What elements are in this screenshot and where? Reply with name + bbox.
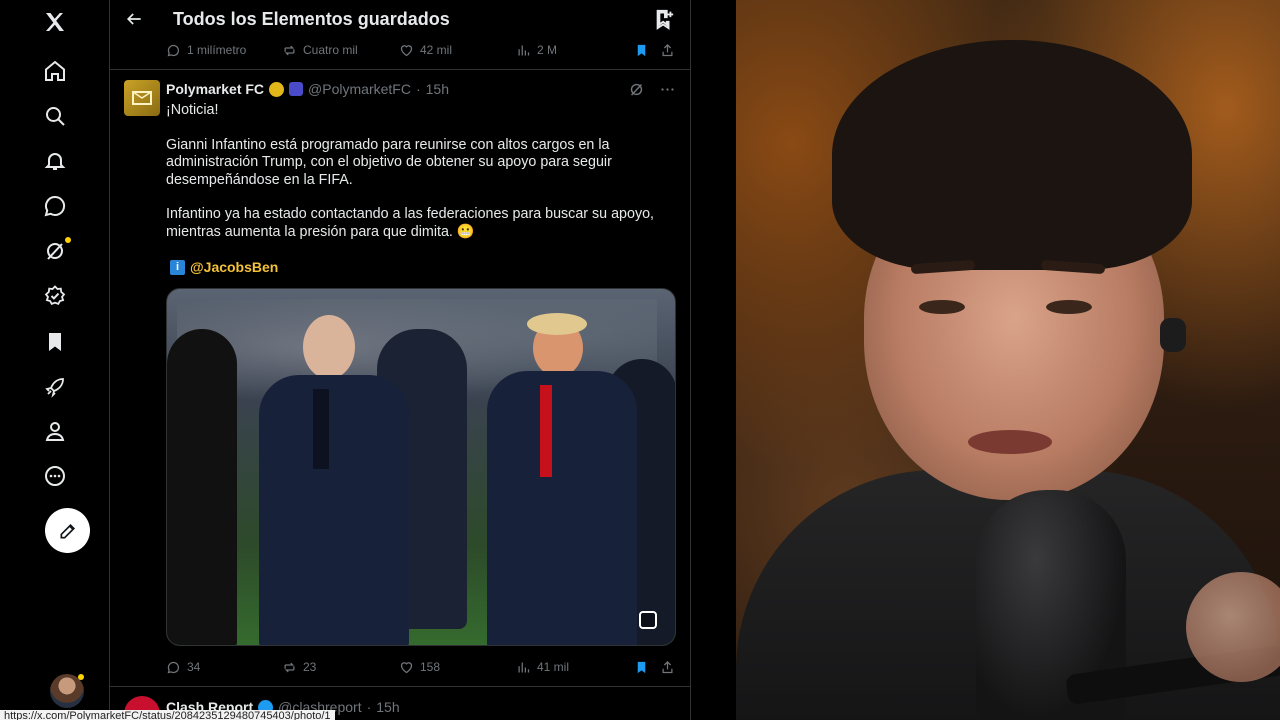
separator-dot: · [415,81,421,97]
tweet-header: Polymarket FC @PolymarketFC · 15h [166,81,449,97]
left-nav-rail [0,0,110,720]
search-icon[interactable] [32,96,78,136]
webcam-mouth [968,430,1052,454]
page-title: Todos los Elementos guardados [173,9,450,29]
home-icon[interactable] [32,51,78,91]
bookmark-icon[interactable] [32,322,78,362]
photo-person-right [487,371,637,645]
reply-button[interactable]: 1 milímetro [166,43,246,58]
earbud [1160,318,1186,352]
more-icon[interactable] [32,456,78,496]
grok-icon[interactable] [628,81,645,98]
bookmark-button[interactable] [634,43,649,58]
x-logo-icon[interactable] [32,2,78,42]
like-count: 42 mil [420,43,453,57]
photo-tie [313,389,329,469]
tweet-photo[interactable] [166,288,676,646]
like-count: 158 [420,660,441,674]
heart-icon [400,44,413,56]
compose-button[interactable] [45,508,90,553]
bookmark-filled-icon [637,44,646,56]
tweet-body: ¡Noticia! Gianni Infantino está programa… [166,102,666,258]
info-icon: i [170,259,185,275]
share-button[interactable] [660,660,675,675]
mention-link[interactable]: @JacobsBen [190,259,278,275]
views-icon [518,662,530,672]
repost-icon [284,662,295,672]
like-button[interactable]: 42 mil [399,43,452,58]
repost-button[interactable]: Cuatro mil [282,43,358,58]
mention-row: i @JacobsBen [170,259,278,275]
views-count: 41 mil [537,660,570,674]
views-count: 2 M [537,43,558,57]
tweet-avatar[interactable] [124,80,160,116]
heart-icon [400,661,413,673]
more-options-icon[interactable] [659,81,676,98]
bookmark-button[interactable] [634,660,649,675]
user-icon[interactable] [32,411,78,451]
photo-crowd [167,329,237,645]
reply-count: 1 milímetro [187,43,247,57]
tweet-time[interactable]: 15h [426,81,449,97]
tweet-author[interactable]: Polymarket FC [166,81,264,97]
views-button[interactable]: 41 mil [516,660,569,675]
repost-button[interactable]: 23 [282,660,316,675]
webcam-eye [1046,300,1092,314]
tweet-actions: 34 23 158 41 mil [166,657,676,677]
repost-count: 23 [303,660,317,674]
reply-button[interactable]: 34 [166,660,200,675]
bell-icon[interactable] [32,141,78,181]
photo-person-left [259,375,409,645]
topbar: Todos los Elementos guardados [110,0,690,40]
photo-red-tie [540,385,552,477]
separator-dot: · [366,699,372,715]
verified-icon[interactable] [32,276,78,316]
chat-icon[interactable] [32,186,78,226]
background-gap [691,0,736,720]
tweet-text-para3: Infantino ya ha estado contactando a las… [166,206,655,240]
divider [110,69,690,70]
grok-icon[interactable] [32,231,78,271]
tweet-handle[interactable]: @PolymarketFC [308,81,411,97]
affiliate-badge-icon[interactable] [289,82,304,96]
views-icon [518,45,530,55]
repost-count: Cuatro mil [303,43,358,57]
bookmark-filled-icon [637,661,646,673]
compose-icon [60,523,75,538]
account-notification-dot [78,674,84,680]
views-button[interactable]: 2 M [516,43,557,58]
rocket-icon[interactable] [32,367,78,407]
tweet-text-line1: ¡Noticia! [166,102,219,118]
webcam-person-hair [832,40,1192,270]
reply-icon [167,44,180,56]
photo-person-left-head [303,315,355,379]
share-icon [662,660,673,673]
new-folder-icon[interactable] [653,8,675,30]
link-status-bar: https://x.com/PolymarketFC/status/208423… [0,710,335,720]
notification-dot [65,237,71,243]
share-button[interactable] [660,43,675,58]
divider [110,686,690,687]
repost-icon [284,45,295,55]
reply-count: 34 [187,660,201,674]
gold-verified-icon [269,81,285,97]
like-button[interactable]: 158 [399,660,440,675]
next-tweet-time[interactable]: 15h [376,699,399,715]
webcam-eye [919,300,965,314]
polymarket-logo-icon [132,91,152,105]
reply-icon [167,661,180,673]
webcam-feed [736,0,1280,720]
back-arrow-icon[interactable] [124,9,144,29]
share-icon [662,43,673,56]
prev-tweet-actions: 1 milímetro Cuatro mil 42 mil 2 M [166,40,676,60]
media-tag-icon[interactable] [639,611,657,629]
tweet-text-para2: Gianni Infantino está programado para re… [166,136,612,188]
photo-person-right-hair [527,313,587,335]
bookmarks-timeline: Todos los Elementos guardados 1 milímetr… [110,0,691,720]
tweet-header-actions [628,81,676,98]
